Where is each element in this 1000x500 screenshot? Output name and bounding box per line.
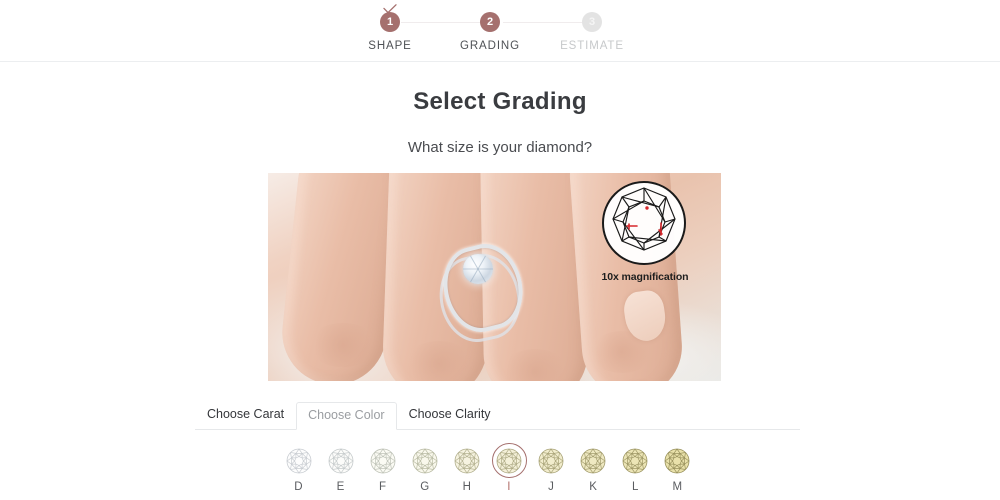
color-grade-label: I <box>507 481 511 493</box>
color-grade-label: M <box>672 481 683 493</box>
swatch-selection-ring <box>618 443 653 478</box>
check-icon <box>349 2 431 14</box>
diamond-icon <box>665 448 690 473</box>
swatch-selection-ring <box>534 443 569 478</box>
grading-tabs: Choose Carat Choose Color Choose Clarity <box>195 401 800 430</box>
page-title: Select Grading <box>413 88 587 115</box>
swatch-selection-ring <box>491 443 527 478</box>
diamond-icon <box>496 448 522 473</box>
swatch-selection-ring <box>407 443 442 478</box>
step-label-estimate: ESTIMATE <box>560 40 624 52</box>
diamond-icon <box>622 448 648 473</box>
tab-choose-clarity[interactable]: Choose Clarity <box>397 401 503 429</box>
diamond-icon <box>580 448 606 473</box>
stepper-item-grading[interactable]: 2 GRADING <box>449 12 531 52</box>
color-grade-swatch-g[interactable]: G <box>404 443 445 493</box>
color-grade-swatch-e[interactable]: E <box>320 443 361 493</box>
diamond-icon <box>538 448 564 473</box>
color-grade-swatch-f[interactable]: F <box>362 443 403 493</box>
color-grade-label: L <box>632 481 639 493</box>
grading-tabs-container: Choose Carat Choose Color Choose Clarity <box>195 401 800 430</box>
color-grade-swatch-k[interactable]: K <box>573 443 614 493</box>
step-number-badge: 1 <box>380 12 400 32</box>
step-number-badge: 3 <box>582 12 602 32</box>
swatch-selection-ring <box>281 443 316 478</box>
diamond-icon <box>328 448 354 473</box>
swatch-selection-ring <box>576 443 611 478</box>
color-grade-swatch-i[interactable]: I <box>489 443 530 493</box>
magnification-caption: 10x magnification <box>601 271 689 283</box>
color-grade-label: H <box>462 481 472 493</box>
color-grade-swatch-j[interactable]: J <box>531 443 572 493</box>
color-grade-label: K <box>589 481 598 493</box>
diamond-facet-diagram-icon <box>602 181 686 265</box>
tab-choose-color[interactable]: Choose Color <box>296 402 397 430</box>
color-grade-label: F <box>379 481 387 493</box>
knuckle-shading <box>308 323 378 367</box>
color-grade-label: J <box>548 481 555 493</box>
color-grade-label: E <box>336 481 345 493</box>
color-grade-swatch-h[interactable]: H <box>446 443 487 493</box>
step-label-shape: SHAPE <box>368 40 412 52</box>
diamond-ring-on-hand-photo: 10x magnification <box>268 173 721 381</box>
diamond-icon <box>370 448 396 473</box>
color-grade-label: D <box>294 481 303 493</box>
diamond-icon <box>454 448 480 473</box>
tab-choose-carat[interactable]: Choose Carat <box>195 401 296 429</box>
color-grade-swatch-d[interactable]: D <box>278 443 319 493</box>
color-grade-swatch-m[interactable]: M <box>657 443 698 493</box>
color-grade-label: G <box>420 481 430 493</box>
swatch-selection-ring <box>660 443 695 478</box>
step-number-badge: 2 <box>480 12 500 32</box>
swatch-selection-ring <box>323 443 358 478</box>
swatch-selection-ring <box>449 443 484 478</box>
color-grade-swatch-l[interactable]: L <box>615 443 656 493</box>
swatch-selection-ring <box>365 443 400 478</box>
stone-sparkle <box>463 268 493 270</box>
diamond-icon <box>286 448 311 473</box>
knuckle-shading <box>404 341 474 381</box>
progress-stepper: 1 SHAPE 2 GRADING 3 ESTIMATE <box>355 0 645 62</box>
page-subtitle: What size is your diamond? <box>407 139 593 156</box>
stepper-item-estimate[interactable]: 3 ESTIMATE <box>551 12 633 52</box>
step-label-grading: GRADING <box>460 40 520 52</box>
ring-diamond-stone <box>463 254 493 284</box>
stepper-item-shape[interactable]: 1 SHAPE <box>349 4 431 52</box>
stepper-header: 1 SHAPE 2 GRADING 3 ESTIMATE <box>0 0 1000 62</box>
diamond-icon <box>412 448 438 473</box>
color-grade-swatch-row: D E F G H I J K L M <box>278 443 698 493</box>
